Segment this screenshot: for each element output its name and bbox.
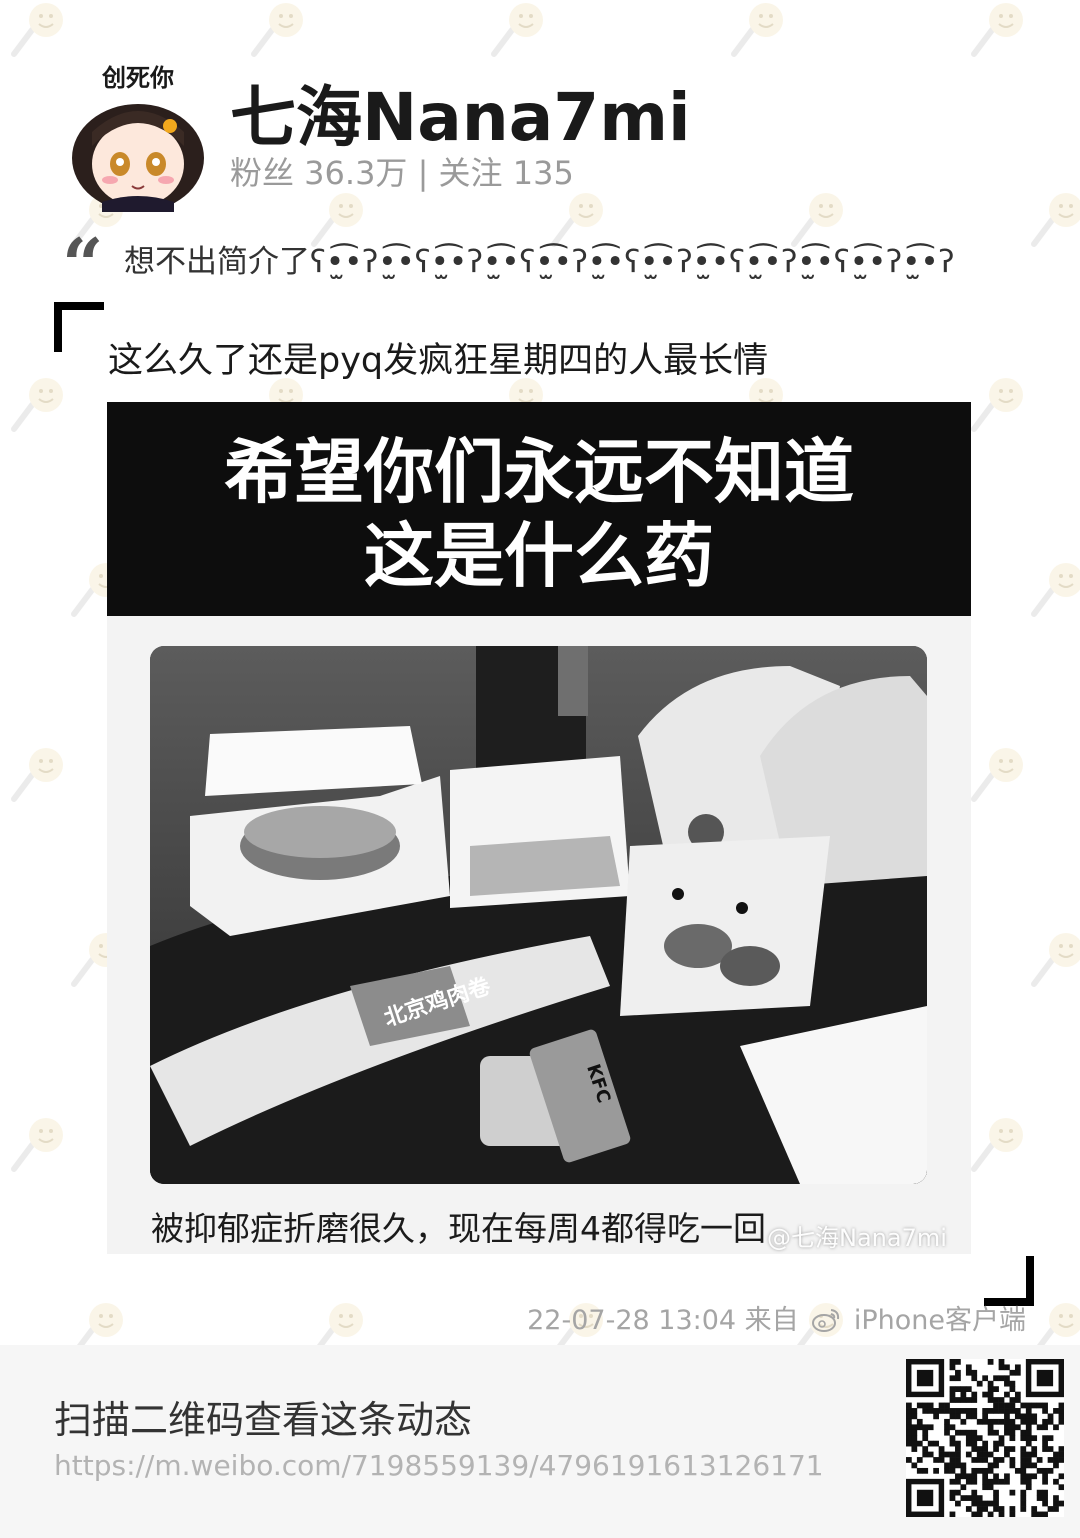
smile-moon-icon	[11, 3, 63, 57]
image-banner: 希望你们永远不知道 这是什么药	[107, 402, 971, 616]
avatar-caption: 创死你	[101, 64, 174, 92]
smile-moon-icon	[11, 748, 63, 802]
image-watermark: @七海Nana7mi	[767, 1224, 947, 1252]
food-photo-illustration: 北京鸡肉卷 KFC	[150, 646, 927, 1184]
bio: “ 想不出简介了ʕ•̫͡•ʔ•̫͡•ʕ•̫͡•ʔ•̫͡•ʕ•̫͡•ʔ•̫͡•ʕ•…	[62, 222, 1042, 307]
smile-moon-icon	[251, 3, 303, 57]
qr-code-icon[interactable]	[906, 1359, 1064, 1517]
frame-corner-top-left	[54, 302, 104, 352]
post-meta: 22-07-28 13:04 来自 iPhone客户端	[527, 1298, 1026, 1337]
post-client[interactable]: iPhone客户端	[854, 1305, 1026, 1336]
smile-moon-icon	[731, 3, 783, 57]
profile-header: 创死你 七海Nana7mi 粉丝 36.3万 | 关注 135	[62, 60, 1042, 220]
share-footer: 扫描二维码查看这条动态 https://m.weibo.com/71985591…	[0, 1345, 1080, 1538]
bio-text: 想不出简介了ʕ•̫͡•ʔ•̫͡•ʕ•̫͡•ʔ•̫͡•ʕ•̫͡•ʔ•̫͡•ʕ•̫͡…	[124, 244, 955, 280]
smile-moon-icon	[317, 1303, 363, 1345]
smile-moon-icon	[11, 378, 63, 432]
footer-title: 扫描二维码查看这条动态	[54, 1398, 473, 1442]
profile-stats: 粉丝 36.3万 | 关注 135	[230, 154, 574, 192]
smile-moon-icon	[1031, 563, 1080, 617]
banner-line-2: 这是什么药	[364, 515, 714, 597]
post-from: 来自	[744, 1305, 799, 1336]
food-photo: 北京鸡肉卷 KFC	[150, 646, 927, 1184]
avatar[interactable]: 创死你	[62, 60, 214, 212]
post-date: 22-07-28 13:04	[527, 1305, 737, 1336]
profile-name[interactable]: 七海Nana7mi	[230, 64, 691, 160]
weibo-icon	[812, 1309, 840, 1332]
smile-moon-icon	[11, 1118, 63, 1172]
smile-moon-icon	[491, 3, 543, 57]
smile-moon-icon	[971, 3, 1023, 57]
smile-moon-icon	[971, 378, 1023, 432]
smile-moon-icon	[971, 1118, 1023, 1172]
image-caption: 被抑郁症折磨很久，现在每周4都得吃一回	[151, 1209, 766, 1248]
quote-icon: “	[62, 222, 104, 307]
footer-url[interactable]: https://m.weibo.com/7198559139/479619161…	[54, 1449, 824, 1482]
smile-moon-icon	[1037, 1303, 1080, 1345]
post-image[interactable]: 希望你们永远不知道 这是什么药 北京鸡肉卷 KFC 被抑郁症折磨很久，现在每周4…	[107, 402, 971, 1254]
post-text: 这么久了还是pyq发疯狂星期四的人最长情	[108, 341, 769, 381]
smile-moon-icon	[971, 748, 1023, 802]
smile-moon-icon	[1031, 933, 1080, 987]
smile-moon-icon	[77, 1303, 123, 1345]
